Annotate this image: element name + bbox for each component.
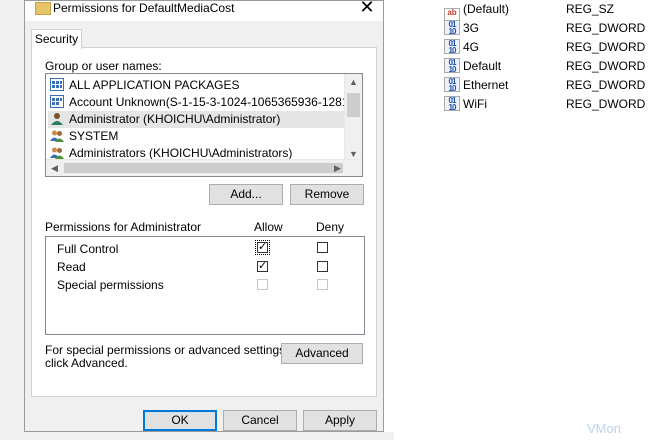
registry-value-name: WiFi — [463, 97, 487, 111]
unknown-account-icon — [50, 95, 64, 108]
read-allow-checkbox[interactable]: ✓ — [257, 261, 268, 272]
scroll-up-icon[interactable]: ▲ — [345, 74, 362, 90]
vertical-scrollbar[interactable]: ▲ ▼ — [344, 74, 362, 162]
allow-column-header: Allow — [254, 220, 283, 234]
special-deny-checkbox — [317, 279, 328, 290]
scroll-thumb[interactable] — [347, 93, 360, 117]
packages-icon — [50, 78, 64, 91]
ok-button[interactable]: OK — [143, 410, 217, 431]
list-item[interactable]: Account Unknown(S-1-15-3-1024-1065365936… — [50, 94, 363, 111]
reg-dword-icon: 01 10 — [444, 96, 460, 112]
list-item[interactable]: Administrator (KHOICHU\Administrator) — [48, 111, 346, 128]
scroll-left-icon[interactable]: ◀ — [46, 160, 63, 176]
registry-value-type: REG_SZ — [566, 2, 615, 16]
reg-dword-icon: 01 10 — [444, 58, 460, 74]
special-permissions-text-2: click Advanced. — [45, 356, 128, 370]
scroll-thumb[interactable] — [64, 163, 343, 173]
registry-value-row[interactable]: 01 10 4G — [444, 38, 479, 57]
registry-value-name: Ethernet — [463, 78, 509, 92]
users-listbox[interactable]: ALL APPLICATION PACKAGES Account Unknown… — [45, 73, 363, 177]
folder-icon — [35, 2, 51, 15]
tab-security[interactable]: Security — [31, 29, 82, 49]
registry-value-name: 4G — [463, 40, 480, 54]
add-button[interactable]: Add... — [209, 184, 283, 205]
registry-value-type: REG_DWORD — [566, 40, 646, 54]
cancel-button[interactable]: Cancel — [223, 410, 297, 431]
list-item[interactable]: ALL APPLICATION PACKAGES — [50, 77, 240, 94]
reg-dword-icon: 01 10 — [444, 39, 460, 55]
permissions-for-label: Permissions for Administrator — [45, 220, 202, 234]
special-allow-checkbox — [257, 279, 268, 290]
list-item-label: Administrator (KHOICHU\Administrator) — [69, 112, 281, 126]
list-item-label: Account Unknown(S-1-15-3-1024-1065365936… — [69, 95, 363, 109]
special-permissions-text: For special permissions or advanced sett… — [45, 343, 289, 357]
read-deny-checkbox[interactable] — [317, 261, 328, 272]
registry-value-row[interactable]: 01 10 Ethernet — [444, 76, 508, 95]
user-icon — [51, 113, 63, 125]
background-window — [24, 432, 394, 440]
remove-button[interactable]: Remove — [290, 184, 364, 205]
registry-value-name: 3G — [463, 21, 480, 35]
deny-column-header: Deny — [316, 220, 345, 234]
permission-name: Full Control — [57, 242, 119, 256]
background-window — [0, 0, 25, 440]
permission-name: Read — [57, 260, 86, 274]
registry-value-row[interactable]: 01 10 Default — [444, 57, 501, 76]
registry-value-name: Default — [463, 59, 502, 73]
reg-dword-icon: 01 10 — [444, 20, 460, 36]
group-icon — [50, 130, 64, 142]
list-item-label: SYSTEM — [69, 129, 119, 143]
close-button[interactable]: ✕ — [357, 0, 377, 18]
reg-dword-icon: 01 10 — [444, 77, 460, 93]
registry-value-type: REG_DWORD — [566, 59, 646, 73]
full-control-deny-checkbox[interactable] — [317, 242, 328, 253]
horizontal-scrollbar[interactable]: ◀ ▶ — [46, 159, 362, 176]
registry-value-type: REG_DWORD — [566, 21, 646, 35]
registry-value-name: (Default) — [463, 2, 510, 16]
registry-value-row[interactable]: 01 10 3G — [444, 19, 479, 38]
registry-value-type: REG_DWORD — [566, 78, 646, 92]
registry-value-type: REG_DWORD — [566, 97, 646, 111]
apply-button[interactable]: Apply — [303, 410, 377, 431]
list-item-label: Administrators (KHOICHU\Administrators) — [69, 146, 293, 160]
scroll-right-icon[interactable]: ▶ — [329, 160, 346, 176]
group-icon — [50, 147, 64, 159]
list-item-label: ALL APPLICATION PACKAGES — [69, 78, 240, 92]
registry-value-row[interactable]: ab (Default) — [444, 0, 510, 23]
permissions-dialog: Permissions for DefaultMediaCost ✕ Secur… — [24, 0, 384, 432]
full-control-allow-checkbox[interactable]: ✓ — [255, 240, 270, 255]
registry-value-row[interactable]: 01 10 WiFi — [444, 95, 487, 114]
title-bar[interactable]: Permissions for DefaultMediaCost ✕ — [25, 0, 383, 21]
permission-name: Special permissions — [57, 278, 164, 292]
dialog-title: Permissions for DefaultMediaCost — [53, 1, 235, 15]
watermark-text: VMon — [587, 421, 621, 436]
list-item[interactable]: SYSTEM — [50, 128, 118, 145]
group-users-label: Group or user names: — [45, 59, 162, 73]
advanced-button[interactable]: Advanced — [281, 343, 363, 364]
